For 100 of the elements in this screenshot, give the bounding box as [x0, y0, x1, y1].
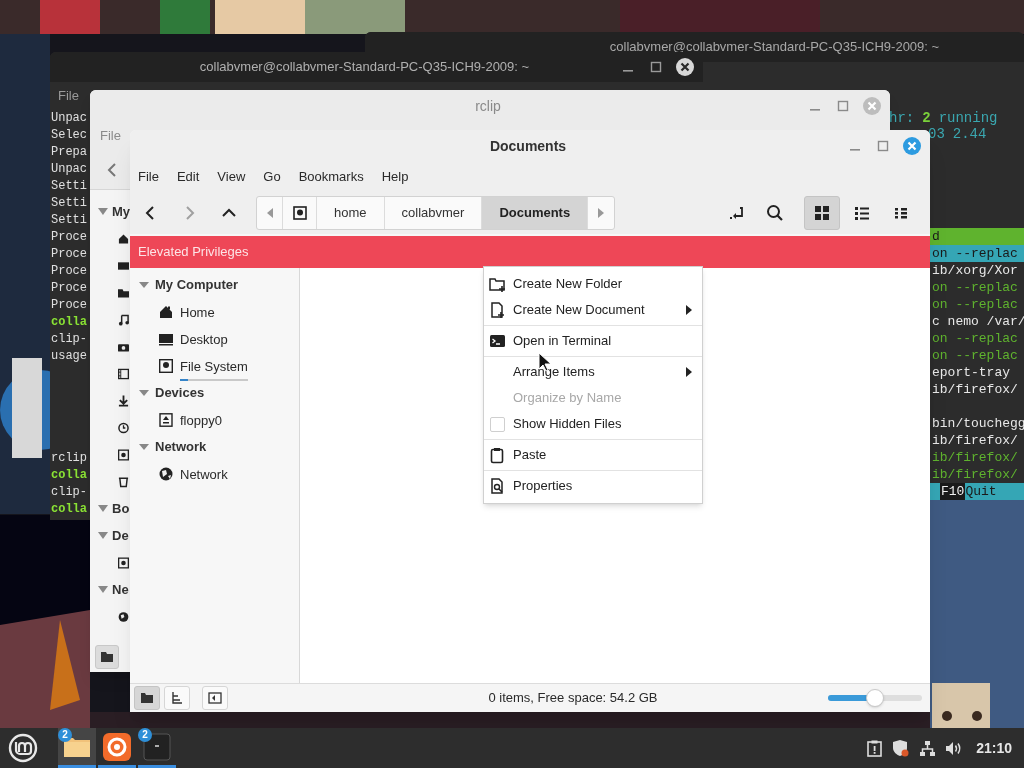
menu-item[interactable]: Edit — [176, 166, 200, 187]
floppy-icon[interactable] — [159, 412, 173, 427]
shield-icon[interactable] — [892, 739, 911, 757]
menu-item[interactable]: Arrange Items — [484, 359, 702, 385]
folder-icon — [140, 691, 154, 705]
menu-item[interactable]: View — [217, 166, 246, 187]
monitor-icon[interactable] — [159, 331, 173, 346]
toggle-sidebar-button[interactable] — [202, 686, 228, 710]
places-button[interactable] — [95, 645, 119, 669]
section-heading[interactable]: My Computer — [155, 274, 239, 295]
process-row-text: on --replac — [931, 347, 1019, 364]
clock[interactable]: 21:10 — [976, 737, 1012, 759]
menu-item[interactable]: Go — [263, 166, 281, 187]
terminal-line: usage — [51, 348, 87, 365]
clipboard-alert-icon[interactable] — [866, 739, 884, 757]
mint-logo-icon — [8, 733, 38, 763]
clipboard-icon — [489, 446, 506, 464]
trash-icon[interactable] — [118, 475, 129, 488]
section-heading: De — [112, 526, 129, 545]
terminal-text: running — [938, 109, 998, 128]
menu-item[interactable]: File — [138, 166, 159, 187]
terminal-line: Setti — [51, 195, 87, 212]
terminal-line: clip- — [51, 331, 87, 348]
process-row: on --replac — [930, 245, 1024, 262]
terminal-line: colla — [51, 314, 87, 331]
drive-icon[interactable] — [118, 448, 129, 461]
collapse-icon[interactable] — [139, 441, 149, 452]
music-icon[interactable] — [118, 313, 129, 326]
download-icon[interactable] — [118, 394, 129, 407]
drive-icon[interactable] — [159, 358, 173, 373]
menu-item[interactable]: Paste — [484, 442, 702, 468]
process-row-text: bin/touchegg — [931, 415, 1024, 432]
sidebar-item[interactable]: File System — [180, 358, 248, 374]
left-triangle-icon — [266, 207, 273, 218]
zoom-slider[interactable] — [828, 688, 922, 708]
menu-item[interactable]: Open in Terminal — [484, 328, 702, 354]
drive-icon — [292, 205, 307, 220]
monitor-icon[interactable] — [118, 259, 129, 272]
section-heading[interactable]: Devices — [155, 382, 205, 403]
sidebar-item[interactable]: Network — [180, 466, 228, 482]
path-button[interactable]: Documents — [482, 196, 589, 229]
terminal-icon — [489, 332, 506, 350]
globe-icon[interactable] — [159, 466, 173, 481]
expander-icon[interactable] — [98, 531, 108, 540]
menu-item[interactable]: Show Hidden Files — [484, 411, 702, 437]
warning-banner: Elevated Privileges — [130, 236, 930, 268]
expander-icon[interactable] — [98, 504, 108, 513]
menu-item[interactable]: Create New Folder — [484, 271, 702, 297]
terminal-line: Setti — [51, 178, 87, 195]
sidebar-item[interactable]: floppy0 — [180, 412, 222, 428]
home-icon[interactable] — [159, 304, 173, 319]
menu-item[interactable]: Create New Document — [484, 297, 702, 323]
process-row-text: ib/firefox/ — [931, 466, 1019, 483]
collapse-icon[interactable] — [139, 387, 149, 398]
section-heading[interactable]: Network — [155, 436, 207, 457]
slider-thumb[interactable] — [866, 689, 884, 707]
properties-icon — [489, 477, 506, 495]
browser-icon — [101, 730, 133, 763]
terminal-line: colla — [51, 467, 87, 484]
film-icon[interactable] — [118, 367, 129, 380]
path-button[interactable]: home — [317, 196, 385, 229]
terminal-line: Proce — [51, 229, 87, 246]
icon-view-button[interactable] — [804, 195, 840, 230]
terminal-line: rclip — [51, 450, 87, 467]
sidebar-item[interactable]: Desktop — [180, 331, 228, 347]
count-badge: 2 — [58, 728, 72, 742]
terminal-line: colla — [51, 501, 87, 518]
terminal-line: Selec — [51, 127, 87, 144]
tree-view-button[interactable] — [164, 686, 190, 710]
menu-item[interactable]: Properties — [484, 473, 702, 499]
search-icon[interactable] — [766, 203, 784, 222]
new-folder-icon — [489, 275, 506, 293]
menu-item[interactable]: File — [58, 86, 79, 106]
function-key: F10 — [940, 483, 966, 500]
section-heading: My — [111, 202, 130, 221]
drive-icon[interactable] — [118, 556, 129, 569]
terminal-text: 2.44 — [952, 125, 987, 144]
process-row-text: ib/firefox/ — [931, 381, 1019, 398]
terminal-line: Proce — [51, 280, 87, 297]
terminal-line: Proce — [51, 263, 87, 280]
clock-icon[interactable] — [118, 421, 129, 434]
process-row-text: ib/xorg/Xor — [931, 262, 1019, 279]
sidebar-item[interactable]: Home — [180, 304, 215, 320]
checkbox[interactable] — [490, 416, 505, 432]
terminal-line: Unpac — [51, 161, 87, 178]
window-title: collabvmer@collabvmer-Standard-PC-Q35-ICH9-2009: ~ — [608, 38, 941, 57]
globe-icon[interactable] — [118, 610, 129, 623]
expander-icon[interactable] — [98, 585, 108, 594]
collapse-icon[interactable] — [139, 279, 149, 290]
places-button[interactable] — [134, 686, 160, 710]
menu-item[interactable]: Help — [381, 166, 409, 187]
key-label: Quit — [965, 483, 997, 500]
window-title: rclip — [474, 96, 502, 116]
process-row-text: ib/firefox/ — [931, 449, 1019, 466]
expander-icon[interactable] — [98, 207, 108, 216]
grid-icon — [813, 203, 831, 222]
network-icon[interactable] — [919, 739, 937, 757]
close-icon[interactable] — [675, 57, 695, 77]
menu-item[interactable]: Bookmarks — [298, 166, 364, 187]
right-triangle-icon — [598, 207, 605, 218]
